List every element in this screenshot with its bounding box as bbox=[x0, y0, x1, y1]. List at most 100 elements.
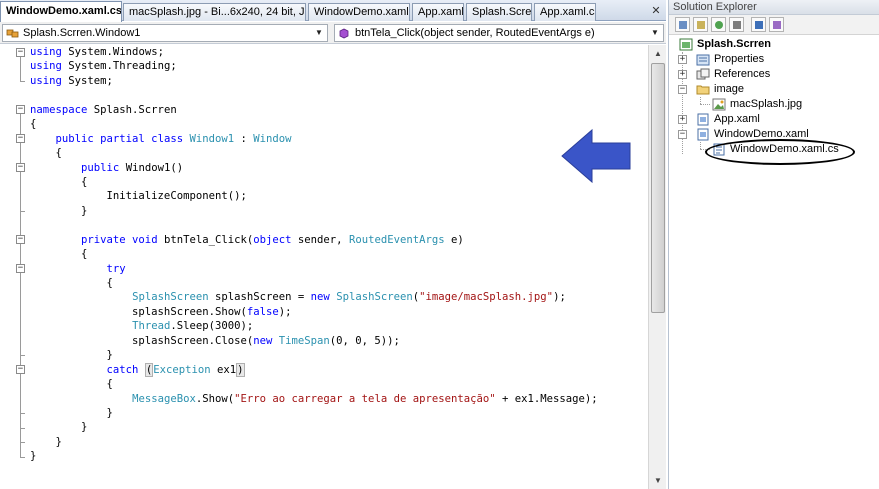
expand-icon[interactable]: + bbox=[678, 70, 687, 79]
code-line: Thread.Sleep(3000); bbox=[30, 319, 648, 333]
source-code[interactable]: using System.Windows; using System.Thread… bbox=[30, 45, 648, 464]
code-token: + ex1.Message); bbox=[495, 392, 598, 405]
properties-button[interactable] bbox=[675, 17, 690, 32]
view-designer-icon bbox=[773, 21, 781, 29]
code-token: } bbox=[30, 450, 37, 463]
close-tab-icon[interactable]: ✕ bbox=[648, 2, 664, 20]
collapse-region-icon[interactable]: − bbox=[16, 264, 25, 274]
code-line: using System; bbox=[30, 74, 648, 88]
tab-app-xaml[interactable]: App.xaml bbox=[412, 3, 464, 21]
code-token: .Sleep(3000); bbox=[170, 320, 254, 333]
code-token: .Show( bbox=[195, 392, 235, 405]
code-token: { bbox=[30, 277, 113, 289]
collapse-region-icon[interactable]: − bbox=[16, 105, 25, 115]
type-dropdown[interactable]: Splash.Scrren.Window1 ▼ bbox=[2, 24, 328, 42]
nest-files-icon bbox=[733, 21, 741, 29]
show-all-files-button[interactable] bbox=[693, 17, 708, 32]
outline-guide bbox=[20, 171, 21, 211]
code-line: { bbox=[30, 247, 648, 261]
code-token: Window bbox=[253, 132, 292, 145]
code-token: SplashScreen bbox=[336, 291, 413, 304]
code-token: splashScreen.Close( bbox=[30, 334, 254, 347]
project-icon bbox=[679, 38, 693, 51]
collapse-region-icon[interactable]: − bbox=[16, 163, 25, 173]
collapse-icon[interactable]: − bbox=[678, 130, 687, 139]
expand-icon[interactable]: + bbox=[678, 115, 687, 124]
tab-windowdemo-xaml[interactable]: WindowDemo.xaml bbox=[308, 3, 410, 21]
code-token: sender, bbox=[297, 233, 349, 246]
scrollbar-thumb[interactable] bbox=[651, 63, 665, 313]
code-token: splashScreen.Show( bbox=[30, 305, 247, 318]
code-token: Window1 bbox=[189, 132, 235, 145]
refresh-button[interactable] bbox=[711, 17, 726, 32]
expand-icon[interactable]: + bbox=[678, 55, 687, 64]
outline-guide bbox=[20, 56, 21, 81]
arrow-left-icon bbox=[561, 128, 631, 184]
code-token: using bbox=[30, 74, 69, 87]
code-token: public partial class bbox=[55, 132, 190, 145]
collapse-icon[interactable]: − bbox=[678, 85, 687, 94]
nest-files-button[interactable] bbox=[729, 17, 744, 32]
outline-guide-end bbox=[20, 427, 25, 429]
collapse-region-icon[interactable]: − bbox=[16, 134, 25, 144]
tab-macsplash-jpg[interactable]: macSplash.jpg - Bi...6x240, 24 bit, JPG] bbox=[123, 3, 306, 21]
tab-label: WindowDemo.xaml.cs bbox=[6, 5, 122, 17]
code-line: using System.Threading; bbox=[30, 59, 648, 73]
view-code-button[interactable] bbox=[751, 17, 766, 32]
code-line: } bbox=[30, 420, 648, 434]
code-text-area[interactable]: − − − − − − − using System.Windows; using Syste… bbox=[0, 45, 648, 489]
member-dropdown[interactable]: btnTela_Click(object sender, RoutedEvent… bbox=[334, 24, 664, 42]
vertical-scrollbar[interactable]: ▲ ▼ bbox=[648, 45, 666, 489]
code-line: namespace Splash.Scrren bbox=[30, 103, 648, 117]
code-token: { bbox=[30, 175, 88, 188]
tab-app-xaml-cs[interactable]: App.xaml.cs bbox=[534, 3, 596, 21]
scroll-down-icon[interactable]: ▼ bbox=[650, 472, 666, 489]
code-token: e) bbox=[444, 233, 464, 246]
code-token: ); bbox=[553, 291, 566, 304]
view-code-icon bbox=[755, 21, 763, 29]
tree-connector bbox=[700, 149, 710, 150]
outline-guide-end bbox=[20, 442, 25, 444]
type-dropdown-value: Splash.Scrren.Window1 bbox=[23, 27, 141, 39]
folder-icon bbox=[696, 85, 710, 95]
view-designer-button[interactable] bbox=[769, 17, 784, 32]
outlining-margin: − − − − − − − bbox=[0, 45, 28, 489]
tab-windowdemo-xaml-cs[interactable]: WindowDemo.xaml.cs bbox=[0, 1, 122, 22]
solution-explorer-toolbar bbox=[669, 15, 879, 35]
outline-guide-end bbox=[20, 413, 25, 415]
scroll-up-icon[interactable]: ▲ bbox=[650, 45, 666, 62]
tree-connector bbox=[700, 104, 710, 105]
code-line: { bbox=[30, 276, 648, 290]
tree-node-label: WindowDemo.xaml.cs bbox=[730, 143, 839, 155]
code-line: } bbox=[30, 435, 648, 449]
properties-icon bbox=[679, 21, 687, 29]
tree-node-label: Splash.Scrren bbox=[697, 38, 771, 50]
solution-explorer-title: Solution Explorer bbox=[669, 0, 879, 15]
show-all-files-icon bbox=[697, 21, 705, 29]
tab-splash-screen[interactable]: Splash.Screen bbox=[466, 3, 532, 21]
code-token: } bbox=[30, 435, 62, 448]
code-line: splashScreen.Close(new TimeSpan(0, 0, 5)… bbox=[30, 334, 648, 348]
tab-label: WindowDemo.xaml bbox=[314, 6, 409, 18]
collapse-region-icon[interactable]: − bbox=[16, 47, 25, 57]
collapse-region-icon[interactable]: − bbox=[16, 365, 25, 375]
outline-guide-end bbox=[20, 355, 25, 357]
code-line: private void btnTela_Click(object sender… bbox=[30, 233, 648, 247]
code-line: using System.Windows; bbox=[30, 45, 648, 59]
collapse-region-icon[interactable]: − bbox=[16, 235, 25, 245]
tab-label: App.xaml.cs bbox=[540, 6, 596, 18]
code-token: (0, 0, 5)); bbox=[329, 334, 400, 347]
tree-node-label: macSplash.jpg bbox=[730, 98, 803, 110]
tree-node-label: App.xaml bbox=[714, 113, 760, 125]
cs-file-icon bbox=[713, 143, 725, 156]
code-token: new bbox=[253, 334, 279, 347]
method-icon bbox=[339, 28, 349, 39]
code-token: private void bbox=[81, 233, 164, 246]
code-editor[interactable]: WindowDemo.xaml.cs macSplash.jpg - Bi...… bbox=[0, 0, 666, 489]
code-token: } bbox=[30, 406, 113, 419]
code-token: MessageBox bbox=[132, 392, 196, 405]
